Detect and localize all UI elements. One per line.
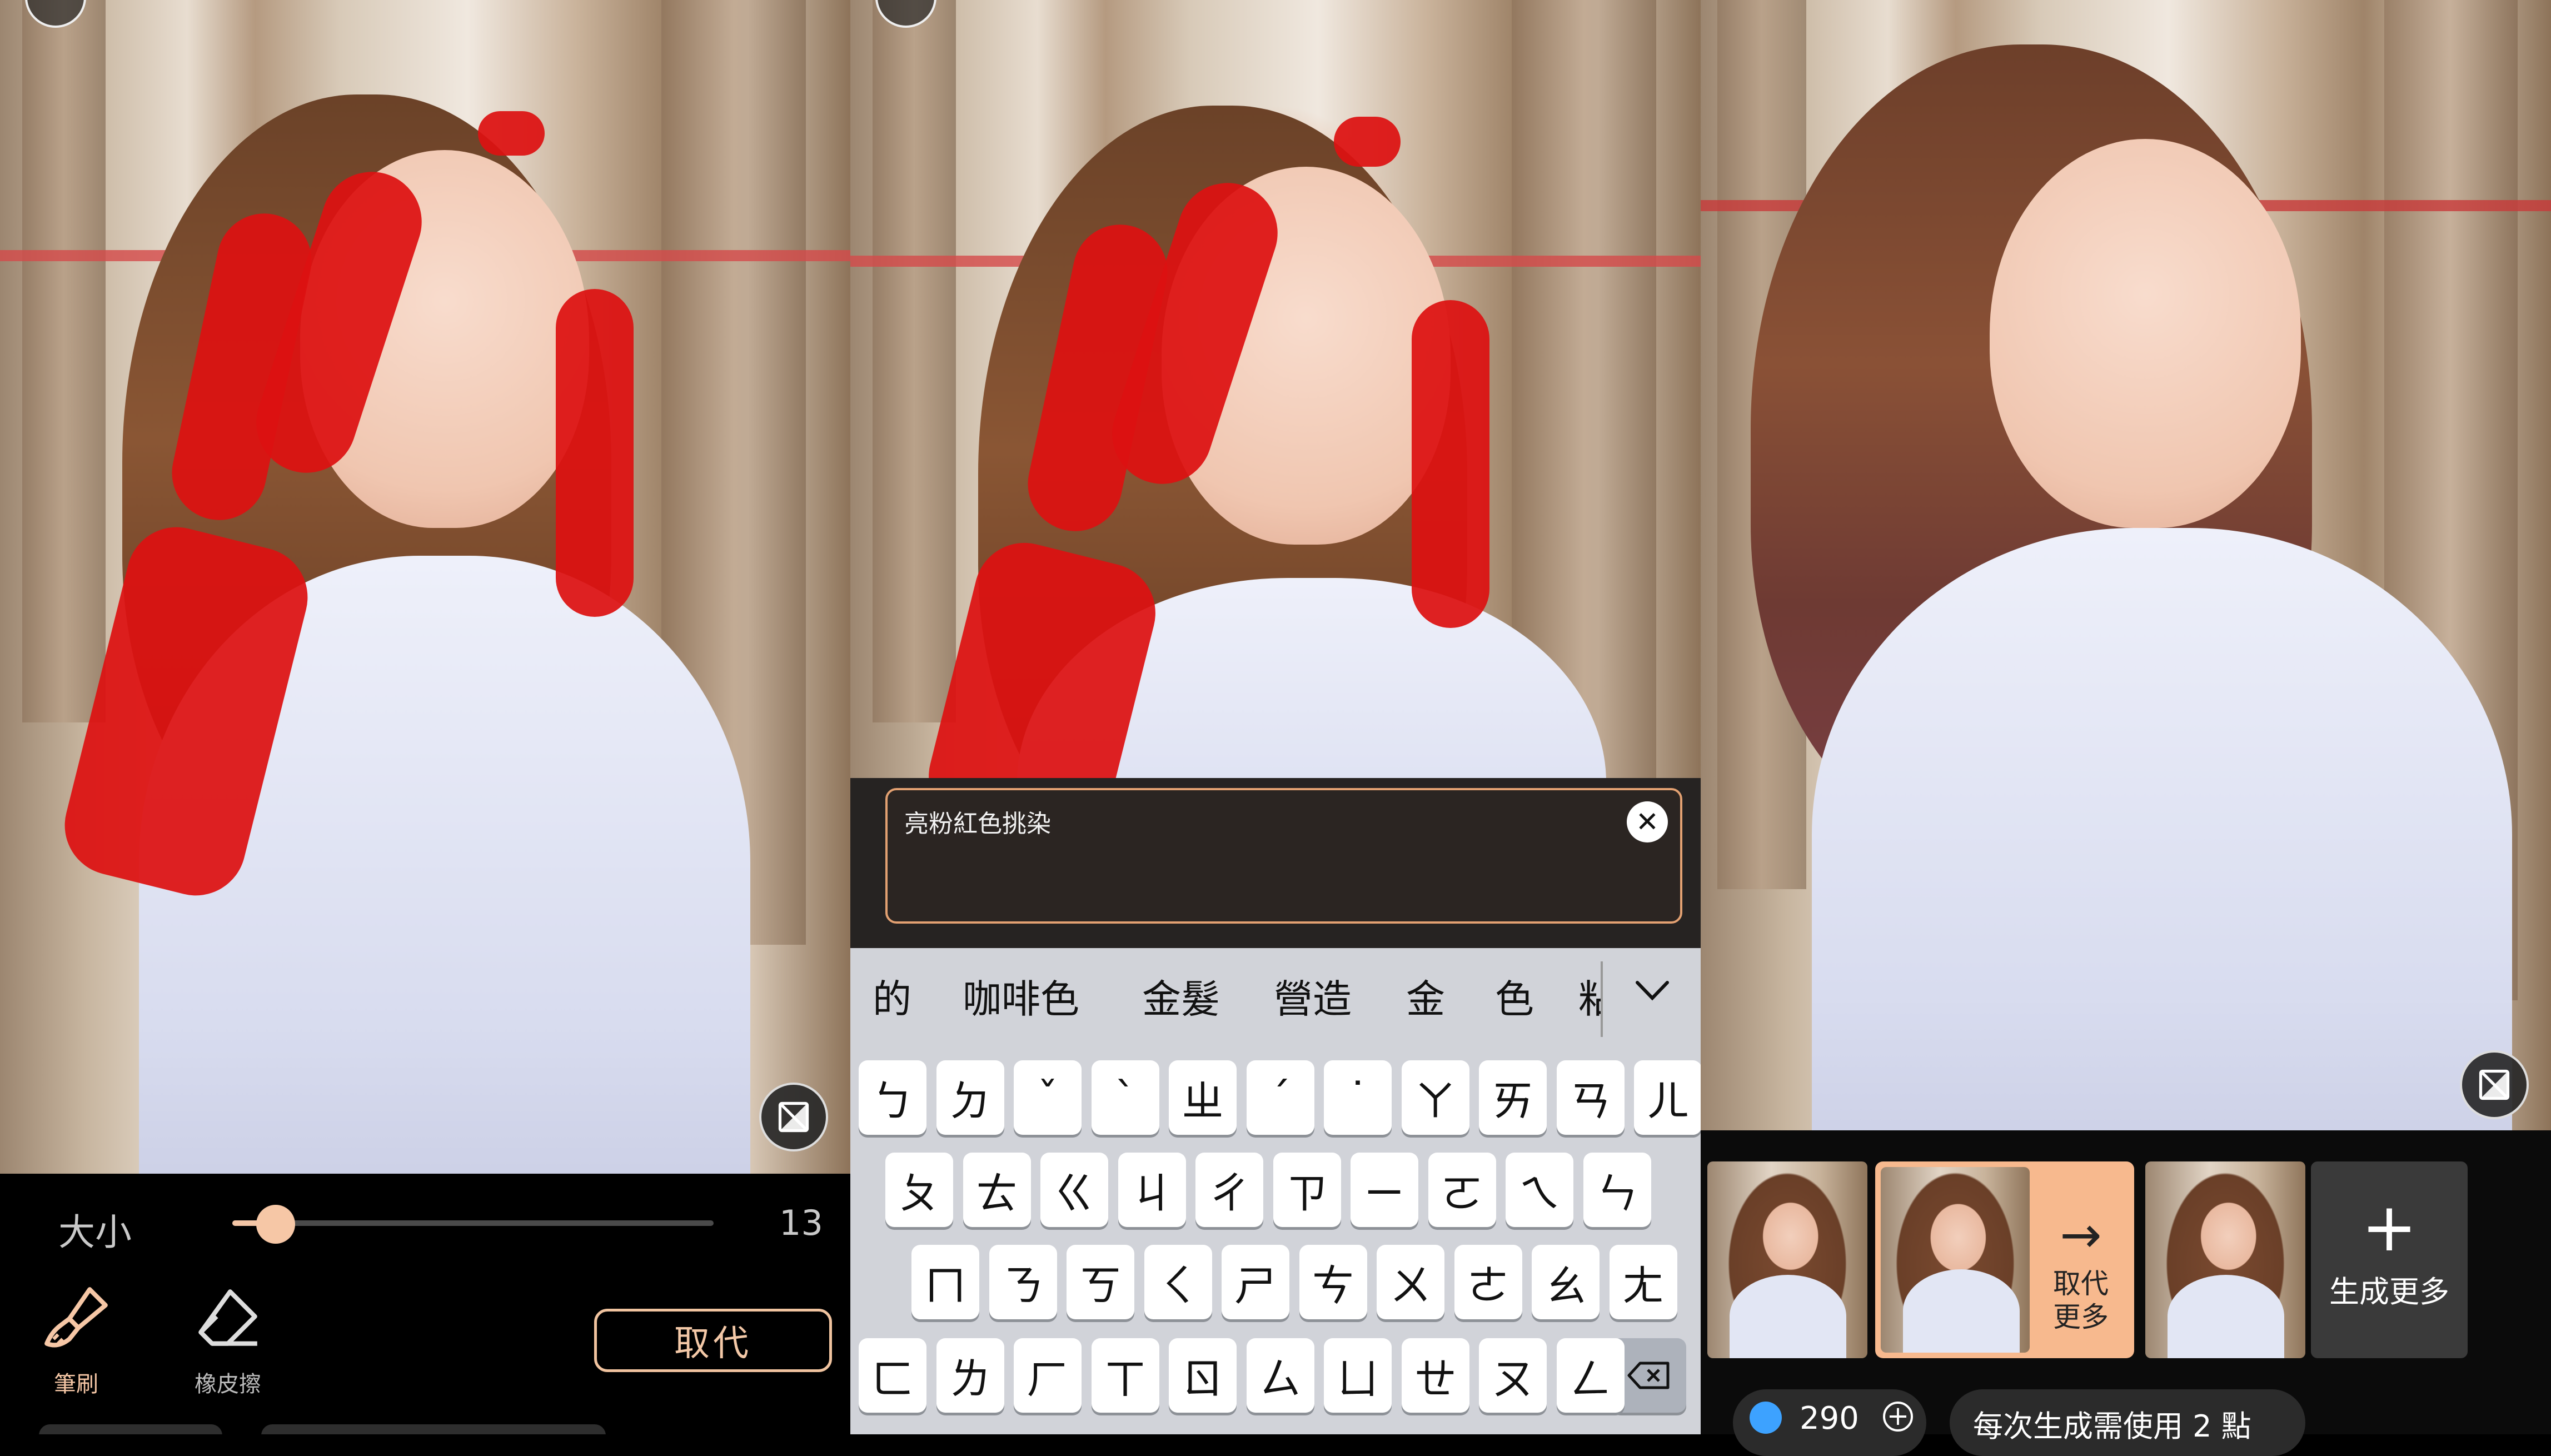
portrait-photo[interactable] xyxy=(0,0,850,1174)
key[interactable]: ㄐ xyxy=(1118,1153,1186,1227)
key[interactable]: ㄔ xyxy=(1195,1153,1263,1227)
size-slider-knob[interactable] xyxy=(256,1205,295,1244)
key[interactable]: ㄅ xyxy=(859,1060,926,1135)
key[interactable]: ㄎ xyxy=(1067,1245,1134,1319)
points-balance[interactable]: 290 + xyxy=(1733,1389,1926,1456)
brush-tool-button[interactable]: 筆刷 xyxy=(34,1283,118,1398)
key[interactable]: ㄓ xyxy=(1169,1060,1237,1135)
chevron-down-icon[interactable] xyxy=(1633,973,1672,1014)
eraser-icon xyxy=(198,1289,257,1346)
key[interactable]: ㄜ xyxy=(1454,1245,1522,1319)
cost-info-text: 每次生成需使用 2 點 xyxy=(1973,1409,2251,1444)
mask-editor-panel: 大小 13 筆刷 橡皮擦 取代 xyxy=(0,0,850,1434)
key[interactable]: ㄍ xyxy=(1040,1153,1108,1227)
eraser-tool-label: 橡皮擦 xyxy=(195,1372,261,1397)
replace-more-label: 取代 更多 xyxy=(2053,1268,2109,1333)
key[interactable]: ㄛ xyxy=(1428,1153,1496,1227)
brush-tool-label: 筆刷 xyxy=(54,1372,98,1397)
suggestion[interactable]: 的 xyxy=(873,968,911,1024)
compare-icon[interactable] xyxy=(759,1083,828,1151)
plus-icon: + xyxy=(2361,1189,2418,1266)
key[interactable]: ㄒ xyxy=(1091,1338,1159,1413)
suggestion-divider xyxy=(1601,961,1603,1037)
suggestion[interactable]: 色 xyxy=(1495,968,1534,1024)
key[interactable]: ㄇ xyxy=(911,1245,979,1319)
gem-icon xyxy=(1750,1402,1782,1434)
prompt-input[interactable]: 亮粉紅色挑染 ✕ xyxy=(885,788,1682,924)
key[interactable]: ㄩ xyxy=(1324,1338,1392,1413)
key[interactable]: ㄤ xyxy=(1609,1245,1677,1319)
prompt-panel: 亮粉紅色挑染 ✕ 的 咖啡色 金髮 營造 金 色 粘 ㄅㄉ ˇ ˋ ㄓ ˊ ˙ ㄚㄞㄢㄦㄆㄊ… xyxy=(850,0,1701,1434)
key[interactable]: ㄞ xyxy=(1479,1060,1547,1135)
key[interactable]: ㄏ xyxy=(1014,1338,1082,1413)
key[interactable]: ㄌ xyxy=(936,1338,1004,1413)
suggestion[interactable]: 粘 xyxy=(1578,968,1601,1024)
key[interactable]: ㄈ xyxy=(859,1338,926,1413)
key[interactable]: ㄢ xyxy=(1556,1060,1625,1135)
key[interactable]: ˇ xyxy=(1014,1060,1082,1135)
close-icon[interactable]: ✕ xyxy=(1627,801,1668,842)
size-slider-track[interactable] xyxy=(232,1220,714,1226)
key[interactable]: ㄘ xyxy=(1299,1245,1367,1319)
compare-icon[interactable] xyxy=(2460,1050,2529,1119)
cost-info: 每次生成需使用 2 點 xyxy=(1950,1389,2305,1456)
key[interactable]: ㄖ xyxy=(1169,1338,1237,1413)
prompt-text: 亮粉紅色挑染 xyxy=(904,810,1051,838)
portrait-photo[interactable] xyxy=(850,0,1701,778)
result-photo[interactable] xyxy=(1701,0,2551,1130)
key[interactable]: ㄨ xyxy=(1377,1245,1444,1319)
key[interactable]: ㄠ xyxy=(1532,1245,1600,1319)
key[interactable]: ˙ xyxy=(1324,1060,1392,1135)
result-thumbnail-selected xyxy=(1881,1167,2030,1353)
key[interactable]: ㄚ xyxy=(1401,1060,1469,1135)
key[interactable]: ㄝ xyxy=(1401,1338,1469,1413)
arrow-right-icon: → xyxy=(2060,1206,2102,1264)
size-label: 大小 xyxy=(58,1211,132,1254)
key[interactable]: ㄗ xyxy=(1273,1153,1341,1227)
replace-more-card[interactable]: → 取代 更多 xyxy=(1875,1161,2134,1358)
key[interactable]: ㄊ xyxy=(963,1153,1031,1227)
suggestion[interactable]: 金髮 xyxy=(1142,968,1220,1024)
points-value: 290 xyxy=(1800,1400,1859,1437)
key[interactable]: ˊ xyxy=(1246,1060,1314,1135)
brush-icon xyxy=(44,1287,108,1348)
key[interactable]: ㄧ xyxy=(1351,1153,1418,1227)
backspace-icon xyxy=(1627,1362,1670,1389)
key[interactable]: ㄆ xyxy=(885,1153,953,1227)
key[interactable]: ㄟ xyxy=(1506,1153,1573,1227)
size-value: 13 xyxy=(779,1203,823,1243)
suggestion[interactable]: 咖啡色 xyxy=(963,968,1079,1024)
mode-tab-1[interactable] xyxy=(39,1424,222,1434)
replace-button[interactable]: 取代 xyxy=(594,1309,832,1372)
generate-more-label: 生成更多 xyxy=(2329,1274,2449,1309)
suggestion[interactable]: 營造 xyxy=(1274,968,1352,1024)
key[interactable]: ㄋ xyxy=(989,1245,1057,1319)
mode-tab-2[interactable] xyxy=(261,1424,606,1434)
eraser-tool-button[interactable]: 橡皮擦 xyxy=(178,1283,278,1398)
key[interactable]: ˋ xyxy=(1091,1060,1159,1135)
key[interactable]: ㄦ xyxy=(1634,1060,1701,1135)
generate-more-button[interactable]: + 生成更多 xyxy=(2311,1161,2468,1358)
key[interactable]: ㄑ xyxy=(1144,1245,1212,1319)
key[interactable]: ㄡ xyxy=(1479,1338,1547,1413)
key[interactable]: ㄥ xyxy=(1556,1338,1625,1413)
add-circle-icon[interactable]: + xyxy=(1883,1402,1913,1432)
suggestion-clip: 粘 xyxy=(1578,961,1601,1039)
key[interactable]: ㄙ xyxy=(1246,1338,1314,1413)
key[interactable]: ㄕ xyxy=(1222,1245,1289,1319)
result-thumbnail[interactable] xyxy=(1707,1161,1867,1358)
key[interactable]: ㄉ xyxy=(936,1060,1004,1135)
suggestion[interactable]: 金 xyxy=(1406,968,1445,1024)
key[interactable]: ㄣ xyxy=(1583,1153,1651,1227)
result-thumbnail[interactable] xyxy=(2145,1161,2305,1358)
